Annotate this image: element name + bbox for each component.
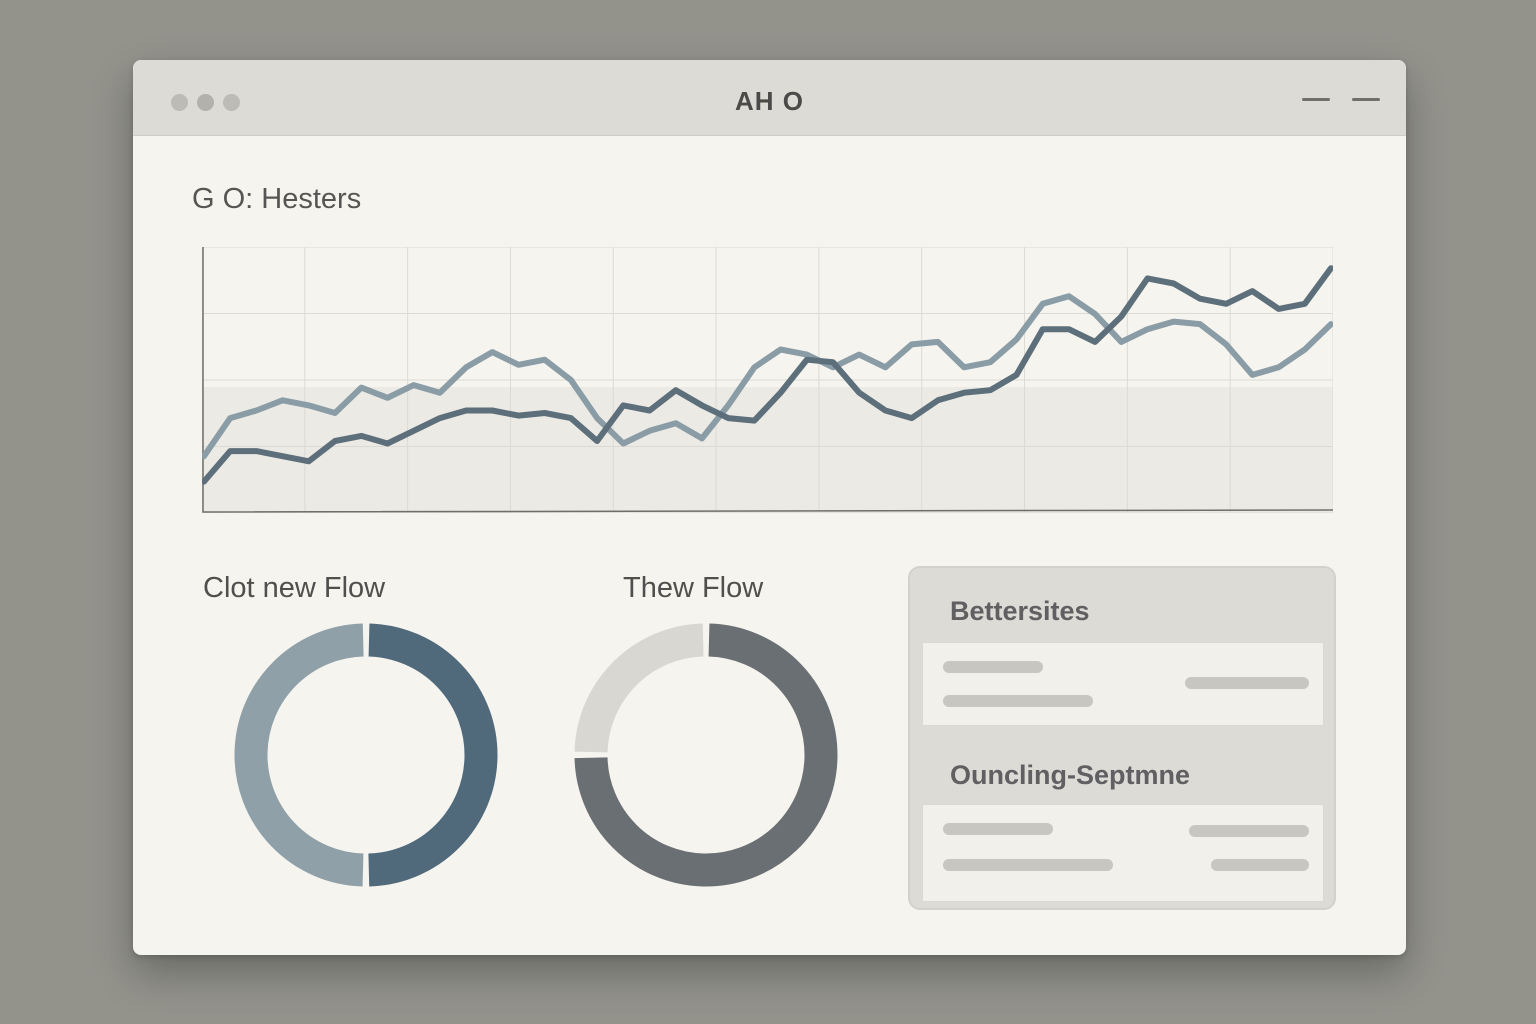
placeholder-line	[943, 661, 1043, 673]
panel-card-2[interactable]	[922, 804, 1324, 902]
line-chart	[202, 247, 1333, 513]
panel-heading-1: Bettersites	[950, 596, 1090, 626]
window-title: AH O	[735, 86, 804, 116]
panel-heading-2: Ouncling-Septmne	[950, 760, 1191, 790]
donut-label-1: Clot new Flow	[203, 572, 386, 604]
title-bar: AH O	[133, 60, 1406, 136]
app-window: AH O G O: Hesters Clot new Flow Thew Flo…	[133, 60, 1406, 955]
side-panel: Bettersites Ouncling-Septmne	[908, 566, 1336, 910]
line-chart-svg	[202, 247, 1333, 513]
panel-card-1[interactable]	[922, 642, 1324, 726]
placeholder-line	[943, 823, 1053, 835]
placeholder-line	[1211, 859, 1309, 871]
placeholder-line	[943, 695, 1093, 707]
placeholder-line	[1185, 677, 1309, 689]
donut-label-2: Thew Flow	[623, 572, 764, 604]
minimize-icon[interactable]	[1302, 98, 1330, 101]
page-title: G O: Hesters	[192, 183, 362, 215]
donut-chart-2	[574, 623, 838, 887]
placeholder-line	[1189, 825, 1309, 837]
minimize-icon-secondary[interactable]	[1352, 98, 1380, 101]
donut-chart-1	[234, 623, 498, 887]
placeholder-line	[943, 859, 1113, 871]
